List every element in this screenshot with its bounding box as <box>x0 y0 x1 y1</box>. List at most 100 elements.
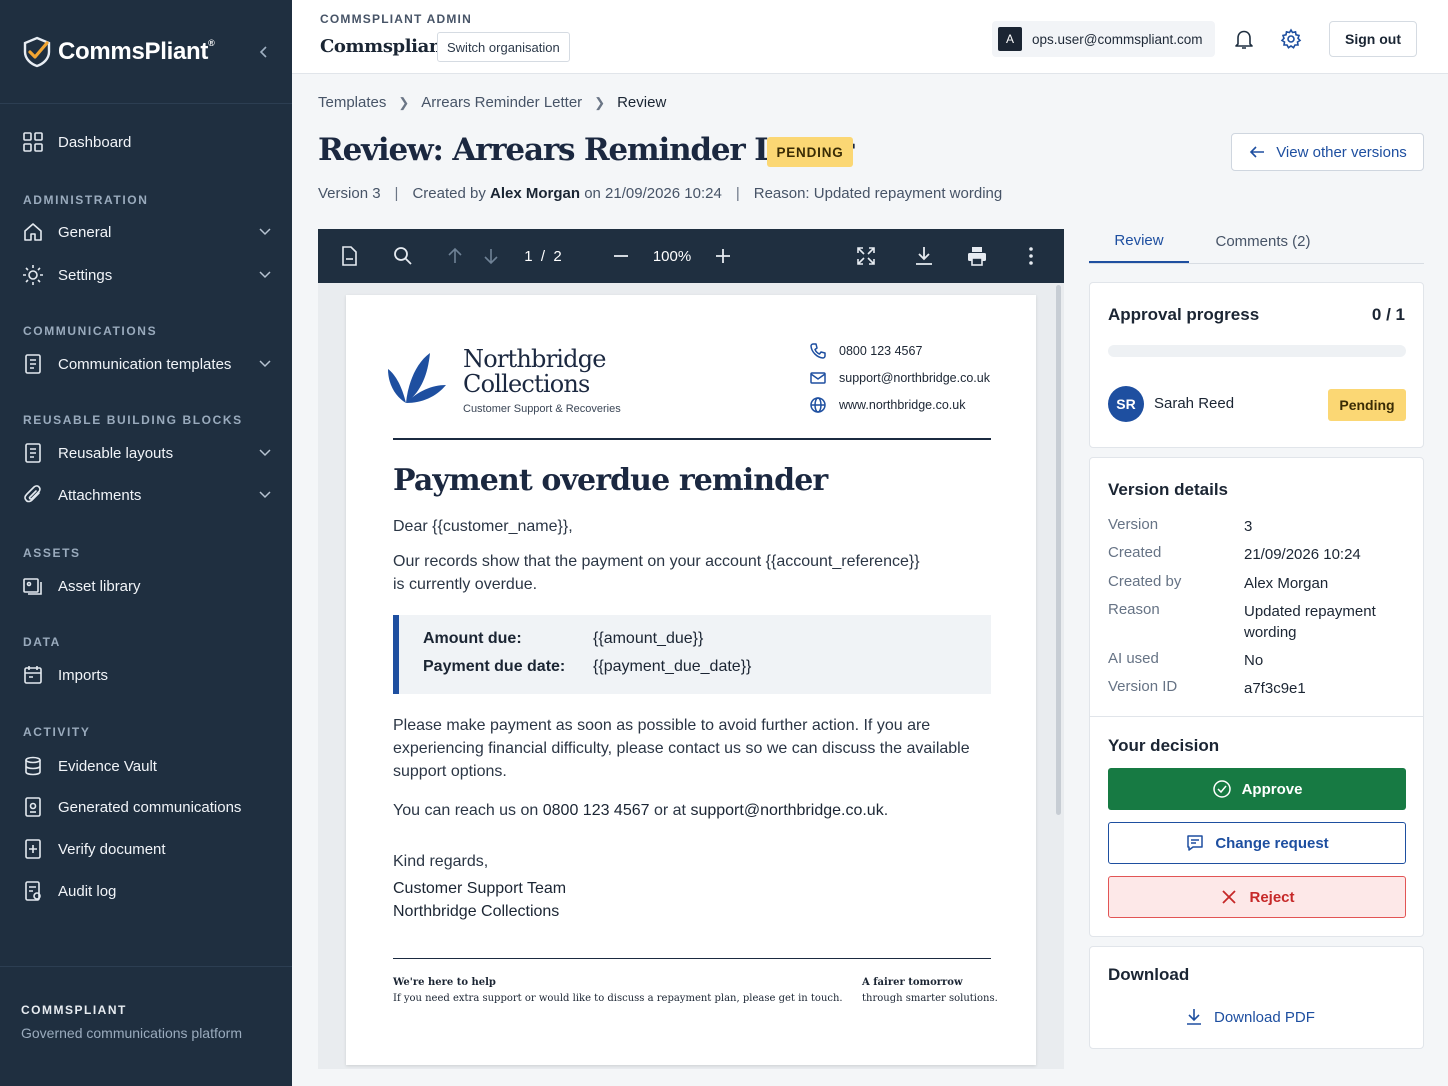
version-meta: Version 3 | Created by Alex Morgan on 21… <box>318 185 1002 202</box>
letter-text-line: Our records show that the payment on you… <box>393 553 920 570</box>
sidebar-item-label: Audit log <box>58 882 117 900</box>
more-options-icon[interactable] <box>1020 245 1042 267</box>
reach-end: . <box>883 802 889 819</box>
chevron-down-icon <box>259 360 271 368</box>
print-icon[interactable] <box>966 245 988 267</box>
sidebar-item-attachments[interactable]: Attachments <box>22 479 274 511</box>
zoom-level[interactable]: 100% <box>648 243 696 269</box>
amount-summary-box: Amount due: {{amount_due}} Payment due d… <box>393 615 991 694</box>
page-separator: / <box>540 247 546 265</box>
tab-review[interactable]: Review <box>1089 220 1189 263</box>
approver-status-badge: Pending <box>1328 389 1406 421</box>
gear-icon[interactable] <box>1280 28 1302 50</box>
download-pdf-label: Download PDF <box>1214 1008 1315 1026</box>
sidebar-item-label: General <box>58 223 112 241</box>
generated-document-icon <box>25 797 41 817</box>
download-pdf-link[interactable]: Download PDF <box>1184 1007 1315 1027</box>
arrow-left-icon <box>1250 146 1265 158</box>
letter-footer-right-title: A fairer tomorrow <box>862 977 963 988</box>
detail-version-value: 3 <box>1244 518 1253 535</box>
sign-out-button[interactable]: Sign out <box>1329 21 1417 57</box>
arrow-up-icon[interactable] <box>444 245 466 267</box>
zoom-out-icon[interactable] <box>610 245 632 267</box>
bell-icon[interactable] <box>1234 28 1254 50</box>
database-icon <box>25 756 41 776</box>
sidebar-item-asset-library[interactable]: Asset library <box>22 570 274 602</box>
tab-comments[interactable]: Comments (2) <box>1201 220 1325 263</box>
collapse-sidebar-icon[interactable] <box>256 44 272 60</box>
sidebar-item-reusable-layouts[interactable]: Reusable layouts <box>22 437 274 469</box>
sidebar-item-general[interactable]: General <box>22 216 274 248</box>
switch-organisation-button[interactable]: Switch organisation <box>437 32 570 62</box>
search-icon[interactable] <box>392 245 414 267</box>
pdf-viewer: 1 / 2 100% Northbridge Collections Custo… <box>318 229 1064 1069</box>
meta-version: Version 3 <box>318 185 381 202</box>
sidebar-item-evidence-vault[interactable]: Evidence Vault <box>22 750 274 782</box>
sidebar-item-verify-document[interactable]: Verify document <box>22 833 274 865</box>
page-indicator[interactable]: 1 / 2 <box>514 243 572 269</box>
sidebar-item-label: Settings <box>58 266 113 284</box>
sidebar-item-communication-templates[interactable]: Communication templates <box>22 348 274 380</box>
contact-email: support@northbridge.co.uk <box>809 369 990 387</box>
detail-version-id-label: Version ID <box>1108 678 1178 695</box>
chevron-down-icon <box>259 491 271 499</box>
sidebar-item-imports[interactable]: Imports <box>22 659 274 691</box>
download-card: Download Download PDF <box>1089 946 1424 1049</box>
breadcrumb-templates[interactable]: Templates <box>318 94 386 111</box>
detail-version-label: Version <box>1108 516 1159 533</box>
section-administration: ADMINISTRATION <box>23 193 149 207</box>
letter-paragraph-1: Our records show that the payment on you… <box>393 550 920 596</box>
breadcrumb-template-name[interactable]: Arrears Reminder Letter <box>421 94 582 111</box>
meta-divider: | <box>394 185 399 202</box>
footer-divider <box>393 958 991 959</box>
detail-created-value: 21/09/2026 10:24 <box>1244 546 1361 563</box>
detail-ai-value: No <box>1244 652 1264 669</box>
sidebar-item-audit-log[interactable]: Audit log <box>22 875 274 907</box>
letter-text-line: is currently overdue. <box>393 576 538 593</box>
reject-button[interactable]: Reject <box>1108 876 1406 918</box>
detail-reason-value: Updated repayment wording <box>1244 603 1376 641</box>
approve-button[interactable]: Approve <box>1108 768 1406 810</box>
download-icon[interactable] <box>913 245 935 267</box>
brand-shield-icon <box>23 36 51 67</box>
viewer-scrollbar[interactable] <box>1056 285 1061 815</box>
approval-count: 0 / 1 <box>1371 305 1405 324</box>
user-menu[interactable]: A ops.user@commspliant.com <box>992 21 1215 57</box>
approver-avatar: SR <box>1108 386 1144 422</box>
sidebar-item-dashboard[interactable]: Dashboard <box>22 126 274 158</box>
section-assets: ASSETS <box>23 546 81 560</box>
amount-value: {{amount_due}} <box>593 630 704 647</box>
breadcrumb: Templates ❯ Arrears Reminder Letter ❯ Re… <box>318 94 666 111</box>
view-other-versions-button[interactable]: View other versions <box>1231 133 1424 171</box>
brand-logo[interactable]: CommsPliant® <box>58 38 215 66</box>
change-request-button[interactable]: Change request <box>1108 822 1406 864</box>
approver-name: Sarah Reed <box>1154 395 1235 412</box>
meta-author: Alex Morgan <box>490 185 581 202</box>
letter-page: Northbridge Collections Customer Support… <box>346 295 1036 1065</box>
letter-footer-left-title: We're here to help <box>393 977 496 988</box>
arrow-down-icon[interactable] <box>480 245 502 267</box>
contact-email-text: support@northbridge.co.uk <box>839 371 990 385</box>
page-total: 2 <box>553 247 562 265</box>
admin-label: COMMSPLIANT ADMIN <box>320 12 472 26</box>
chevron-right-icon: ❯ <box>398 94 410 110</box>
sidebar-item-settings[interactable]: Settings <box>22 259 274 291</box>
approval-title: Approval progress <box>1108 305 1260 324</box>
breadcrumb-current: Review <box>617 94 667 111</box>
letter-text-line: experiencing financial difficulty, pleas… <box>393 740 970 757</box>
download-icon <box>1187 1009 1201 1025</box>
detail-created-by-label: Created by <box>1108 573 1182 590</box>
document-outline-icon[interactable] <box>338 245 360 267</box>
section-building-blocks: REUSABLE BUILDING BLOCKS <box>23 413 243 427</box>
letter-heading: Payment overdue reminder <box>393 463 828 498</box>
reach-mid: or at <box>653 802 686 819</box>
contact-phone: 0800 123 4567 <box>809 342 922 360</box>
sidebar-item-generated-communications[interactable]: Generated communications <box>22 791 274 823</box>
letter-footer-left-text: If you need extra support or would like … <box>393 993 843 1004</box>
page-current: 1 <box>524 247 533 265</box>
sun-settings-icon <box>23 265 43 285</box>
letter-greeting: Dear {{customer_name}}, <box>393 518 573 535</box>
zoom-in-icon[interactable] <box>712 245 734 267</box>
fullscreen-icon[interactable] <box>855 245 877 267</box>
letter-signature-company: Northbridge Collections <box>393 903 560 920</box>
